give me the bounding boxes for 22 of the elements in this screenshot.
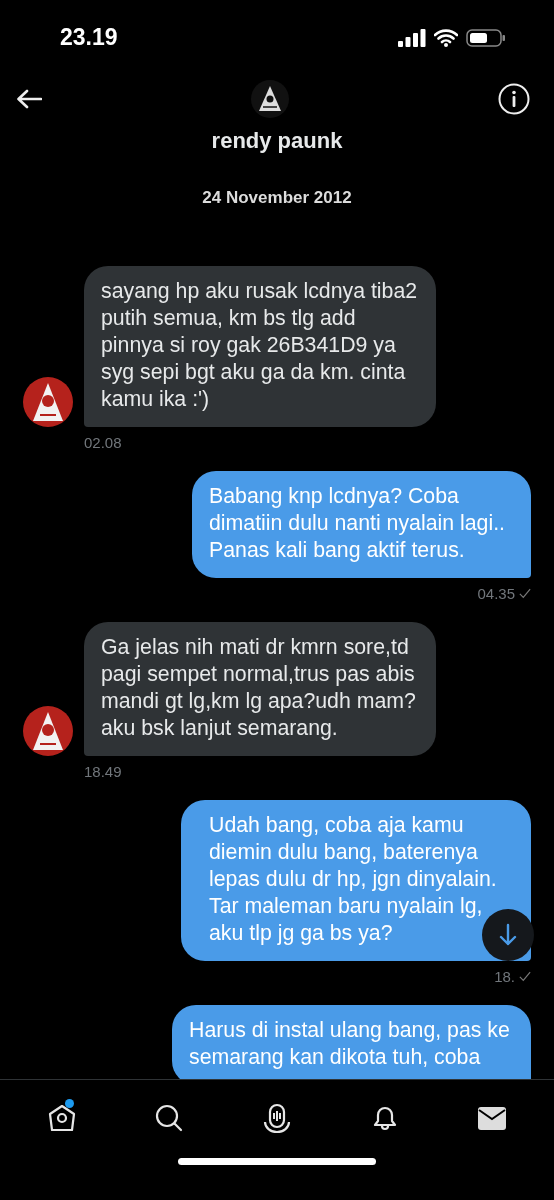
contact-name: rendy paunk bbox=[211, 128, 343, 154]
scroll-down-button[interactable] bbox=[482, 909, 534, 961]
wifi-icon bbox=[434, 28, 458, 47]
message-time: 18.49 bbox=[84, 763, 122, 780]
message-time: 04.35 bbox=[477, 585, 515, 602]
message-bubble: Udah bang, coba aja kamu diemin dulu bang, baterenya lepas dulu dr hp, jgn dinyalain. Tar maleman baru nyalain lg, aku tlp jg ga bs ya? bbox=[181, 800, 531, 961]
message-bubble: sayang hp aku rusak lcdnya tiba2 putih semua, km bs tlg add pinnya si roy gak 26B341D9 ya syg sepi bgt aku ga da km. cinta kamu ika :') bbox=[84, 266, 436, 427]
signal-icon bbox=[398, 28, 426, 47]
message-time: 18. bbox=[494, 968, 515, 985]
status-time: 23.19 bbox=[60, 24, 118, 51]
message-time: 02.08 bbox=[84, 434, 122, 451]
profile-avatar[interactable] bbox=[251, 79, 289, 118]
info-icon[interactable] bbox=[498, 82, 530, 115]
sender-avatar[interactable] bbox=[23, 377, 73, 427]
sender-avatar[interactable] bbox=[23, 706, 73, 756]
back-arrow-icon[interactable] bbox=[16, 88, 42, 109]
battery-icon bbox=[466, 28, 506, 47]
message-bubble: Harus di instal ulang bang, pas ke semarang kan dikota tuh, coba bbox=[172, 1005, 531, 1079]
microphone-icon[interactable] bbox=[261, 1102, 293, 1134]
date-separator: 24 November 2012 bbox=[202, 188, 352, 208]
message-bubble: Babang knp lcdnya? Coba dimatiin dulu nanti nyalain lagi.. Panas kali bang aktif terus. bbox=[192, 471, 531, 578]
message-bubble: Ga jelas nih mati dr kmrn sore,td pagi sempet normal,trus pas abis mandi gt lg,km lg apa?udh mam? aku bsk lanjut semarang. bbox=[84, 622, 436, 756]
